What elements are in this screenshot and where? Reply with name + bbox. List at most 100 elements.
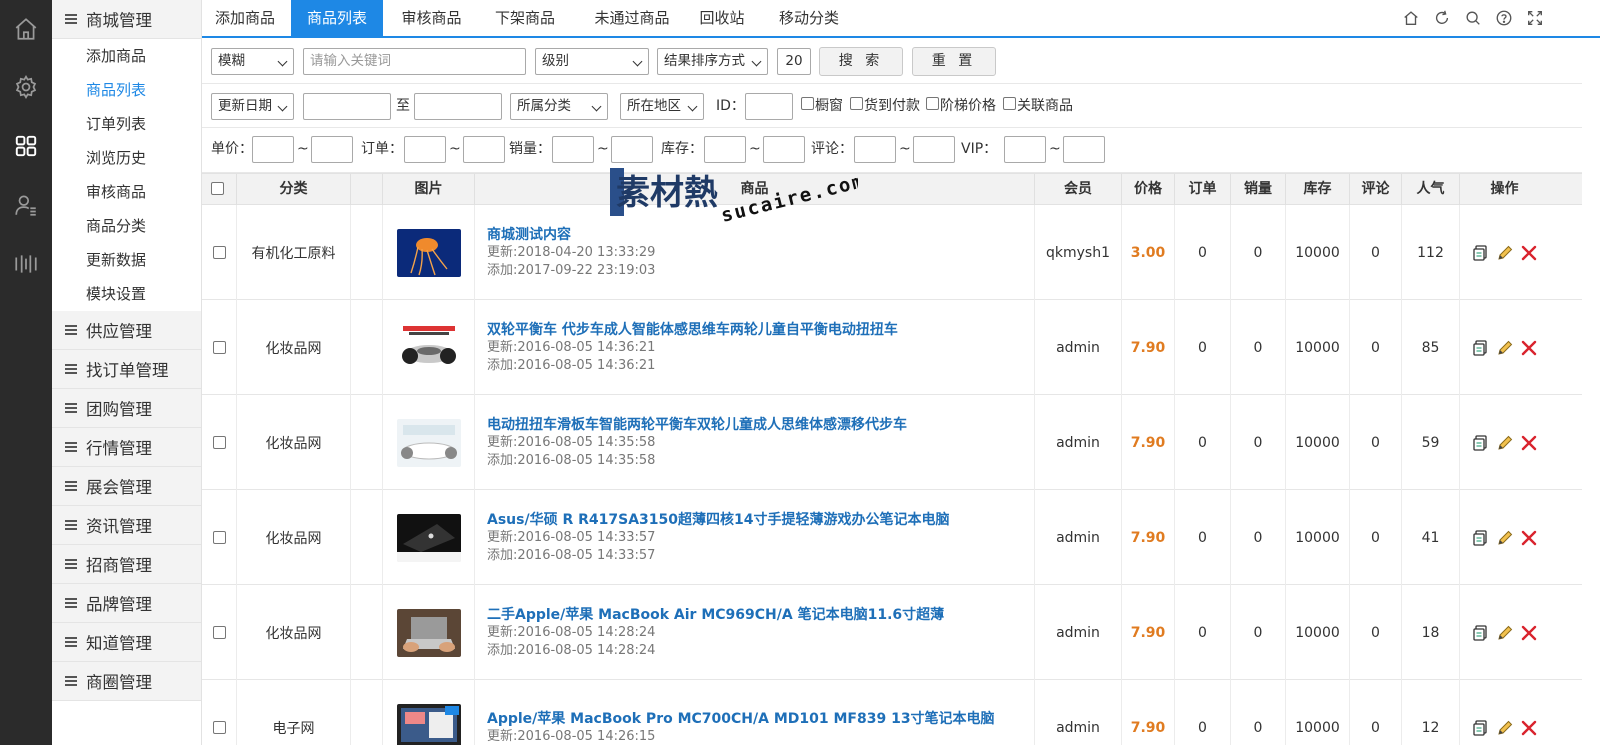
menu-group-6[interactable]: 资讯管理: [52, 506, 201, 545]
row-checkbox[interactable]: [212, 341, 226, 354]
product-image[interactable]: [396, 228, 461, 277]
copy-icon[interactable]: [1472, 244, 1490, 262]
copy-icon[interactable]: [1472, 339, 1490, 357]
range-max-input[interactable]: [311, 136, 353, 163]
range-max-input[interactable]: [763, 136, 805, 163]
tab-5[interactable]: 未通过商品: [573, 0, 691, 36]
sidebar-item-7[interactable]: 更新数据: [52, 243, 201, 277]
range-min-input[interactable]: [854, 136, 896, 163]
delete-icon[interactable]: [1520, 719, 1538, 737]
goods-title-link[interactable]: 商城测试内容: [487, 226, 655, 244]
tab-3[interactable]: 审核商品: [388, 0, 475, 36]
menu-group-1[interactable]: 供应管理: [52, 311, 201, 350]
row-checkbox[interactable]: [212, 531, 226, 544]
range-max-input[interactable]: [463, 136, 505, 163]
row-checkbox[interactable]: [212, 721, 226, 734]
filter-checkbox-1[interactable]: [801, 97, 814, 110]
date-field-select[interactable]: 更新日期: [211, 93, 294, 120]
range-min-input[interactable]: [252, 136, 294, 163]
home-icon[interactable]: [0, 0, 52, 58]
help-icon[interactable]: [1495, 9, 1513, 27]
page-size-input[interactable]: 20: [777, 48, 811, 75]
edit-icon[interactable]: [1496, 339, 1514, 357]
sidebar-item-2[interactable]: 商品列表: [52, 73, 201, 107]
table-row[interactable]: 有机化工原料 商城测试内容 更新:2018-04-20 13:33:29 添加:201…: [202, 205, 1582, 300]
menu-group-4[interactable]: 行情管理: [52, 428, 201, 467]
sort-select[interactable]: 结果排序方式: [657, 48, 768, 75]
tab-2[interactable]: 商品列表: [291, 0, 383, 36]
keyword-input[interactable]: 请输入关键词: [303, 48, 526, 75]
delete-icon[interactable]: [1520, 244, 1538, 262]
row-checkbox[interactable]: [212, 626, 226, 639]
home-icon[interactable]: [1402, 9, 1420, 27]
row-checkbox[interactable]: [212, 436, 226, 449]
refresh-icon[interactable]: [1433, 9, 1451, 27]
product-image[interactable]: [396, 513, 461, 562]
menu-group-2[interactable]: 找订单管理: [52, 350, 201, 389]
menu-group-9[interactable]: 知道管理: [52, 623, 201, 662]
sidebar-item-3[interactable]: 订单列表: [52, 107, 201, 141]
date-from-input[interactable]: [303, 93, 391, 120]
sidebar-item-8[interactable]: 模块设置: [52, 277, 201, 311]
table-row[interactable]: 化妆品网 双轮平衡车 代步车成人智能体感思维车两轮儿童自平衡电动扭扭车 更新:201…: [202, 300, 1582, 395]
product-image[interactable]: [396, 418, 461, 467]
menu-group-7[interactable]: 招商管理: [52, 545, 201, 584]
table-row[interactable]: 电子网 Apple/苹果 MacBook Pro MC700CH/A MD101 …: [202, 680, 1582, 745]
category-select[interactable]: 所属分类: [510, 93, 608, 120]
filter-checkbox-4[interactable]: [1003, 97, 1016, 110]
edit-icon[interactable]: [1496, 719, 1514, 737]
edit-icon[interactable]: [1496, 624, 1514, 642]
tab-4[interactable]: 下架商品: [480, 0, 570, 36]
search-icon[interactable]: [1464, 9, 1482, 27]
tab-7[interactable]: 移动分类: [763, 0, 855, 36]
range-min-input[interactable]: [1004, 136, 1046, 163]
table-row[interactable]: 化妆品网 Asus/华硕 R R417SA3150超薄四核14寸手提轻薄游戏办公笔…: [202, 490, 1582, 585]
range-min-input[interactable]: [704, 136, 746, 163]
tab-6[interactable]: 回收站: [681, 0, 763, 36]
filter-checkbox-2[interactable]: [850, 97, 863, 110]
sidebar-item-6[interactable]: 商品分类: [52, 209, 201, 243]
delete-icon[interactable]: [1520, 529, 1538, 547]
goods-title-link[interactable]: Asus/华硕 R R417SA3150超薄四核14寸手提轻薄游戏办公笔记本电脑: [487, 511, 949, 529]
range-min-input[interactable]: [552, 136, 594, 163]
reset-button[interactable]: 重 置: [912, 47, 996, 76]
menu-group-3[interactable]: 团购管理: [52, 389, 201, 428]
goods-title-link[interactable]: Apple/苹果 MacBook Pro MC700CH/A MD101 MF8…: [487, 710, 995, 728]
menu-group-5[interactable]: 展会管理: [52, 467, 201, 506]
row-checkbox[interactable]: [212, 246, 226, 259]
date-to-input[interactable]: [414, 93, 502, 120]
range-max-input[interactable]: [913, 136, 955, 163]
menu-group-8[interactable]: 品牌管理: [52, 584, 201, 623]
select-all-checkbox[interactable]: [211, 182, 224, 195]
sidebar-item-1[interactable]: 添加商品: [52, 39, 201, 73]
delete-icon[interactable]: [1520, 434, 1538, 452]
settings-icon[interactable]: [0, 58, 52, 116]
sidebar-item-5[interactable]: 审核商品: [52, 175, 201, 209]
range-min-input[interactable]: [404, 136, 446, 163]
product-image[interactable]: [396, 323, 461, 372]
copy-icon[interactable]: [1472, 434, 1490, 452]
filter-checkbox-3[interactable]: [926, 97, 939, 110]
sidebar-item-4[interactable]: 浏览历史: [52, 141, 201, 175]
goods-title-link[interactable]: 二手Apple/苹果 MacBook Air MC969CH/A 笔记本电脑11…: [487, 606, 944, 624]
range-max-input[interactable]: [611, 136, 653, 163]
copy-icon[interactable]: [1472, 719, 1490, 737]
table-row[interactable]: 化妆品网 二手Apple/苹果 MacBook Air MC969CH/A 笔记本…: [202, 585, 1582, 680]
bars-icon[interactable]: [0, 235, 52, 293]
table-row[interactable]: 化妆品网 电动扭扭车滑板车智能两轮平衡车双轮儿童成人思维体感漂移代步车 更新:201…: [202, 395, 1582, 490]
goods-title-link[interactable]: 电动扭扭车滑板车智能两轮平衡车双轮儿童成人思维体感漂移代步车: [487, 416, 907, 434]
fullscreen-icon[interactable]: [1526, 9, 1544, 27]
search-button[interactable]: 搜 索: [819, 47, 903, 76]
goods-title-link[interactable]: 双轮平衡车 代步车成人智能体感思维车两轮儿童自平衡电动扭扭车: [487, 321, 898, 339]
user-list-icon[interactable]: [0, 176, 52, 234]
edit-icon[interactable]: [1496, 529, 1514, 547]
range-max-input[interactable]: [1063, 136, 1105, 163]
menu-group-mall[interactable]: 商城管理: [52, 0, 201, 39]
product-image[interactable]: [396, 608, 461, 657]
id-input[interactable]: [745, 93, 793, 120]
apps-icon[interactable]: [0, 117, 52, 175]
product-image[interactable]: [396, 703, 461, 745]
menu-group-10[interactable]: 商圈管理: [52, 662, 201, 701]
match-mode-select[interactable]: 模糊: [211, 48, 294, 75]
tab-1[interactable]: 添加商品: [202, 0, 288, 36]
